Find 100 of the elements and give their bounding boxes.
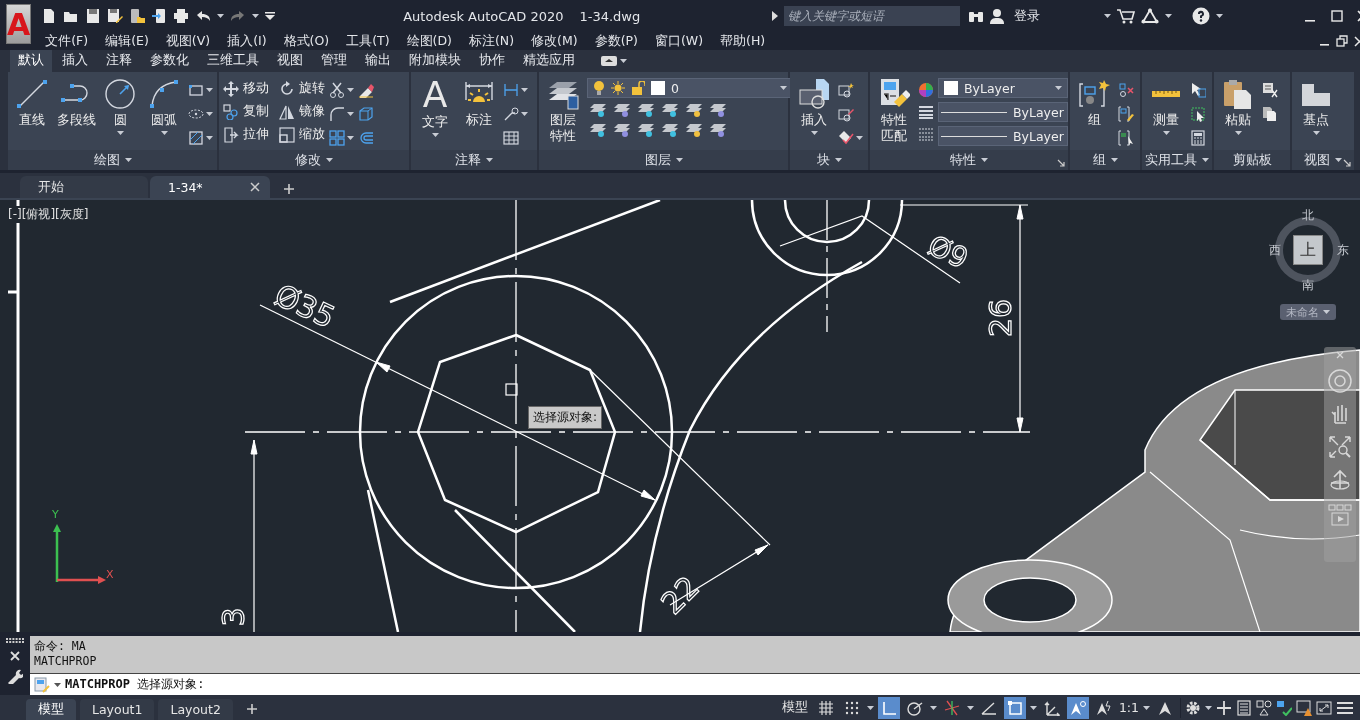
caret-icon[interactable]: [620, 59, 627, 63]
layer-tool-icon[interactable]: [637, 102, 655, 118]
zoom-icon[interactable]: [1328, 435, 1352, 459]
grip-handle-icon[interactable]: [5, 638, 25, 644]
linear-dimension-icon[interactable]: [503, 82, 519, 98]
ribbon-tool-button[interactable]: 基点: [1296, 76, 1336, 137]
caret-icon[interactable]: [1165, 14, 1173, 18]
offset-icon[interactable]: [358, 130, 374, 146]
help-icon[interactable]: [1192, 7, 1211, 25]
compass-label[interactable]: 北: [1301, 208, 1315, 222]
menu-item[interactable]: 格式(O): [283, 32, 330, 50]
fillet-icon[interactable]: [329, 106, 345, 122]
file-tab[interactable]: 开始: [20, 176, 148, 198]
ungroup-icon[interactable]: [1118, 82, 1134, 98]
caret-icon[interactable]: [929, 705, 937, 710]
menu-item[interactable]: 帮助(H): [720, 32, 766, 50]
caret-icon[interactable]: [124, 158, 132, 162]
menu-icon[interactable]: [1336, 699, 1354, 716]
caret-icon[interactable]: [326, 158, 333, 162]
panel-toggle-icon[interactable]: [601, 56, 617, 66]
new-tab-icon[interactable]: [284, 184, 294, 194]
menu-item[interactable]: 工具(T): [346, 32, 390, 50]
caret-icon[interactable]: [1055, 86, 1062, 90]
caret-icon[interactable]: [206, 112, 213, 116]
caret-icon[interactable]: [206, 136, 213, 140]
panel-title[interactable]: 绘图: [8, 150, 217, 170]
array-icon[interactable]: [329, 130, 345, 146]
customize-menu-icon[interactable]: [265, 12, 276, 20]
navigation-wheel-icon[interactable]: [1328, 369, 1352, 393]
layer-tool-icon[interactable]: [613, 122, 631, 138]
caret-icon[interactable]: [521, 88, 528, 92]
ribbon-tool-button[interactable]: 复制: [223, 103, 269, 120]
box-icon[interactable]: [358, 106, 374, 122]
panel-title[interactable]: 特性: [870, 150, 1068, 170]
save-icon[interactable]: [85, 8, 102, 24]
triangle-nodes-icon[interactable]: [1141, 8, 1160, 24]
expand-arrow-icon[interactable]: [772, 11, 779, 21]
orbit-icon[interactable]: [1328, 469, 1352, 493]
ribbon-tool-button[interactable]: 插入: [794, 76, 834, 137]
ribbon-tool-button[interactable]: 标注: [459, 76, 499, 131]
hardware-accel-icon[interactable]: [1276, 699, 1292, 716]
caret-icon[interactable]: [834, 158, 842, 162]
status-toggle-button[interactable]: [877, 696, 900, 719]
ribbon-tab[interactable]: 插入: [54, 50, 96, 72]
ribbon-tool-button[interactable]: 图层特性: [543, 76, 583, 146]
compass-label[interactable]: 东: [1336, 243, 1350, 257]
ribbon-tool-button[interactable]: 旋转: [279, 80, 325, 97]
dialog-launcher-icon[interactable]: [1343, 159, 1351, 167]
viewport-controls-label[interactable]: [-][俯视][灰度]: [8, 206, 89, 223]
fullscreen-icon[interactable]: [1316, 699, 1332, 716]
menu-item[interactable]: 修改(M): [531, 32, 578, 50]
panel-title[interactable]: 实用工具: [1142, 150, 1212, 170]
caret-icon[interactable]: [1104, 14, 1112, 18]
restore-icon[interactable]: [1336, 35, 1349, 47]
search-field[interactable]: 键入关键字或短语: [784, 6, 961, 26]
close-icon[interactable]: [250, 182, 260, 192]
ribbon-tool-button[interactable]: A 文字: [415, 76, 455, 139]
layout-tab[interactable]: Layout1: [80, 699, 155, 720]
menu-item[interactable]: 视图(V): [165, 32, 211, 50]
menu-item[interactable]: 标注(N): [468, 32, 515, 50]
cut-icon[interactable]: [1262, 82, 1278, 98]
caret-icon[interactable]: [856, 136, 863, 140]
ribbon-tool-button[interactable]: 圆弧: [144, 76, 184, 137]
dropdown-field[interactable]: ByLayer: [938, 102, 1068, 122]
panel-title[interactable]: 剪贴板: [1214, 150, 1290, 170]
caret-icon[interactable]: [1202, 158, 1209, 162]
caret-icon[interactable]: [1312, 131, 1320, 135]
maximize-icon[interactable]: [1331, 10, 1344, 22]
caret-icon[interactable]: [1029, 705, 1037, 710]
ribbon-tool-button[interactable]: 特性匹配: [874, 76, 914, 146]
edit-block-icon[interactable]: [838, 106, 854, 122]
isolate-objects-icon[interactable]: [1256, 699, 1272, 716]
caret-icon[interactable]: [160, 131, 168, 135]
caret-icon[interactable]: [521, 112, 528, 116]
sign-in-link[interactable]: 登录: [1014, 7, 1041, 25]
table-icon[interactable]: [503, 130, 519, 146]
dropdown-field[interactable]: ByLayer: [938, 126, 1068, 146]
ribbon-tool-button[interactable]: 拉伸: [223, 126, 269, 143]
user-icon[interactable]: [990, 8, 1005, 24]
status-toggle-button[interactable]: [1066, 696, 1089, 719]
caret-icon[interactable]: [1110, 158, 1118, 162]
attribute-icon[interactable]: [838, 130, 854, 146]
layer-tool-icon[interactable]: [709, 122, 727, 138]
trim-icon[interactable]: [329, 82, 345, 98]
graphics-warning-icon[interactable]: [1296, 699, 1312, 716]
plus-icon[interactable]: [1216, 699, 1232, 716]
caret-icon[interactable]: [866, 705, 874, 710]
layer-tool-icon[interactable]: [661, 102, 679, 118]
ribbon-tool-button[interactable]: 圆: [100, 76, 140, 137]
close-icon[interactable]: [10, 651, 20, 661]
caret-icon[interactable]: [252, 14, 260, 18]
ribbon-tool-button[interactable]: 测量: [1146, 76, 1186, 137]
create-block-icon[interactable]: [838, 82, 854, 98]
group-edit-icon[interactable]: [1118, 106, 1134, 122]
ribbon-tool-button[interactable]: 缩放: [279, 126, 325, 143]
caret-icon[interactable]: [217, 14, 225, 18]
phone-arrow-icon[interactable]: [151, 8, 168, 24]
eraser-icon[interactable]: [358, 82, 374, 98]
caret-icon[interactable]: [347, 136, 354, 140]
rectangle-icon[interactable]: [188, 82, 204, 98]
